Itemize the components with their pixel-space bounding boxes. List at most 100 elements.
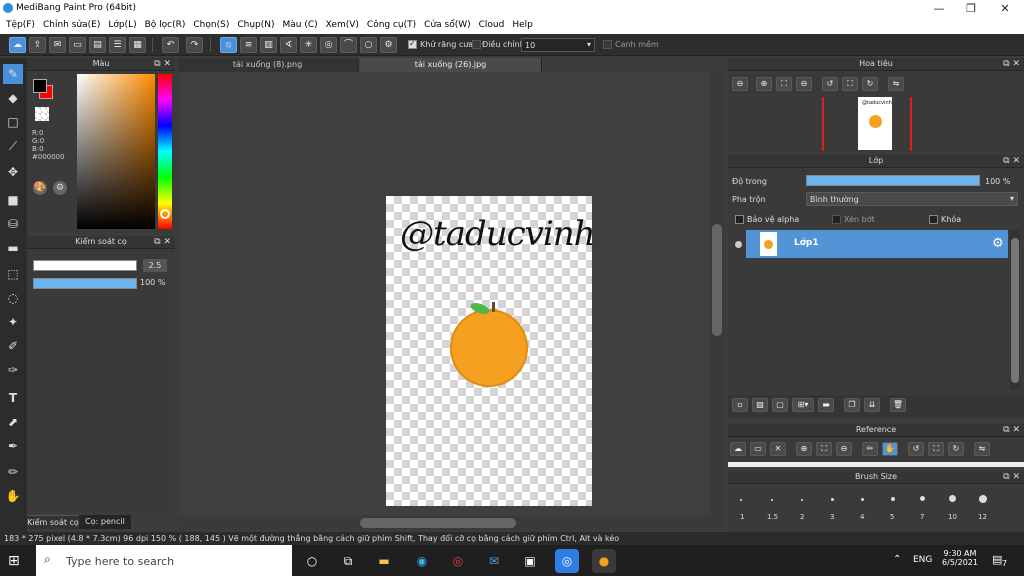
ref-fit-screen-icon[interactable]: ⛶ bbox=[928, 442, 944, 456]
ref-zoom-out-icon[interactable]: ⊖ bbox=[836, 442, 852, 456]
lasso-tool-icon[interactable]: ◌ bbox=[3, 288, 23, 308]
layer-opacity-slider[interactable] bbox=[806, 175, 980, 186]
primary-color-swatch[interactable] bbox=[33, 79, 47, 93]
layers-scroll-thumb[interactable] bbox=[1011, 238, 1019, 383]
brush-size-dot[interactable] bbox=[920, 496, 925, 501]
redo-icon[interactable]: ↷ bbox=[186, 37, 203, 53]
panel-popout-icon[interactable]: ⧉ ✕ bbox=[1003, 471, 1020, 483]
radial-snap-icon[interactable]: ✳ bbox=[300, 37, 317, 53]
menu-cloud[interactable]: Cloud bbox=[477, 17, 511, 34]
menu-select[interactable]: Chọn(S) bbox=[191, 17, 235, 34]
horizontal-scroll-thumb[interactable] bbox=[360, 518, 516, 528]
move-tool-icon[interactable]: ✥ bbox=[3, 162, 23, 182]
text-tool-icon[interactable]: T bbox=[3, 388, 23, 408]
hand-tool-icon[interactable]: ✋ bbox=[3, 486, 23, 506]
language-indicator[interactable]: ENG bbox=[913, 555, 932, 565]
brush-size-dot[interactable] bbox=[979, 495, 987, 503]
undo-icon[interactable]: ↶ bbox=[162, 37, 179, 53]
angle-snap-icon[interactable]: ∢ bbox=[280, 37, 297, 53]
magic-wand-tool-icon[interactable]: ✦ bbox=[3, 312, 23, 332]
antialias-checkbox[interactable] bbox=[408, 39, 417, 49]
ref-fit-icon[interactable]: ⛶ bbox=[816, 442, 832, 456]
brush-size-dot[interactable] bbox=[801, 499, 803, 501]
circle-snap-icon[interactable]: ◎ bbox=[320, 37, 337, 53]
horizontal-scrollbar[interactable] bbox=[178, 516, 724, 530]
zalo-icon[interactable]: ◎ bbox=[555, 549, 579, 573]
merge-layer-icon[interactable]: ⇊ bbox=[864, 398, 880, 412]
doc-tab-2[interactable]: tải xuống (26).jpg bbox=[360, 58, 542, 72]
brush-size-dot[interactable] bbox=[949, 495, 956, 502]
chrome-icon[interactable]: ◎ bbox=[446, 549, 470, 573]
panel-popout-icon[interactable]: ⧉ ✕ bbox=[154, 58, 171, 70]
clip-checkbox[interactable] bbox=[832, 215, 841, 224]
brush-size-dot[interactable] bbox=[831, 498, 834, 501]
adjust-checkbox[interactable] bbox=[472, 40, 481, 49]
no-snap-icon[interactable]: ⦸ bbox=[220, 37, 237, 53]
fill-rect-tool-icon[interactable]: ■ bbox=[3, 190, 23, 210]
panel-popout-icon[interactable]: ⧉ ✕ bbox=[1003, 155, 1020, 167]
vertical-scrollbar[interactable] bbox=[710, 72, 724, 516]
rectangle-tool-icon[interactable]: □ bbox=[3, 112, 23, 132]
transparent-swatch[interactable] bbox=[35, 107, 49, 121]
navigator-preview[interactable]: @taducvinh bbox=[728, 95, 1024, 152]
zoom-out-icon[interactable]: ⊖ bbox=[796, 77, 812, 91]
ref-rotate-right-icon[interactable]: ↻ bbox=[948, 442, 964, 456]
zoom-fit-icon[interactable]: ⊖ bbox=[732, 77, 748, 91]
tab-brush-control[interactable]: Kiểm soát cọ bbox=[27, 515, 79, 529]
hue-slider[interactable] bbox=[158, 74, 172, 229]
select-eraser-tool-icon[interactable]: ✑ bbox=[3, 360, 23, 380]
ref-zoom-in-icon[interactable]: ⊕ bbox=[796, 442, 812, 456]
add-layer-menu-icon[interactable]: ⊞▾ bbox=[792, 398, 814, 412]
lock-checkbox[interactable] bbox=[929, 215, 938, 224]
brush-size-dot[interactable] bbox=[891, 497, 895, 501]
chat-icon[interactable]: ▭ bbox=[69, 37, 86, 53]
cortana-icon[interactable]: ○ bbox=[300, 549, 324, 573]
menu-capture[interactable]: Chụp(N) bbox=[235, 17, 280, 34]
close-button[interactable]: ✕ bbox=[988, 0, 1022, 17]
smooth-checkbox[interactable] bbox=[603, 40, 612, 49]
adjust-select[interactable]: 10 ▾ bbox=[521, 38, 595, 52]
brush-size-dot[interactable] bbox=[771, 499, 773, 501]
panel-popout-icon[interactable]: ⧉ ✕ bbox=[1003, 58, 1020, 70]
ref-flip-icon[interactable]: ⇋ bbox=[974, 442, 990, 456]
vertical-scroll-thumb[interactable] bbox=[712, 224, 722, 336]
file-explorer-icon[interactable]: ▬ bbox=[372, 549, 396, 573]
blur-tool-icon[interactable]: ✒ bbox=[3, 436, 23, 456]
mail-icon[interactable]: ✉ bbox=[482, 549, 506, 573]
ellipse-snap-icon[interactable]: ○ bbox=[360, 37, 377, 53]
tab-brush-pencil[interactable]: Cọ: pencil bbox=[79, 515, 131, 529]
tray-chevron-icon[interactable]: ⌃ bbox=[893, 554, 901, 565]
new-halftone-layer-icon[interactable]: ▨ bbox=[752, 398, 768, 412]
grid-icon[interactable]: ▦ bbox=[129, 37, 146, 53]
windows-start-icon[interactable]: ⊞ bbox=[8, 553, 20, 569]
layer-settings-icon[interactable]: ⚙ bbox=[992, 236, 1004, 251]
settings-icon[interactable]: ⚙ bbox=[380, 37, 397, 53]
new-layer-icon[interactable]: ▫ bbox=[732, 398, 748, 412]
menu-help[interactable]: Help bbox=[510, 17, 539, 34]
flip-icon[interactable]: ⇋ bbox=[888, 77, 904, 91]
panel-popout-icon[interactable]: ⧉ ✕ bbox=[154, 236, 171, 248]
ref-rotate-left-icon[interactable]: ↺ bbox=[908, 442, 924, 456]
store-icon[interactable]: ▣ bbox=[518, 549, 542, 573]
brush-tool-icon[interactable]: ✎ bbox=[3, 64, 23, 84]
rotate-right-icon[interactable]: ↻ bbox=[862, 77, 878, 91]
saturation-value-picker[interactable] bbox=[77, 74, 155, 229]
select-pen-tool-icon[interactable]: ✐ bbox=[3, 336, 23, 356]
clock[interactable]: 9:30 AM 6/5/2021 bbox=[942, 549, 978, 567]
edge-icon[interactable]: ◉ bbox=[410, 549, 434, 573]
protect-alpha-checkbox[interactable] bbox=[735, 215, 744, 224]
gradient-tool-icon[interactable]: ▬ bbox=[3, 238, 23, 258]
folder-icon[interactable]: ▬ bbox=[818, 398, 834, 412]
ref-cloud-icon[interactable]: ☁ bbox=[730, 442, 746, 456]
brush-size-value[interactable]: 2.5 bbox=[143, 259, 167, 272]
bucket-tool-icon[interactable]: ⛁ bbox=[3, 214, 23, 234]
menu-layer[interactable]: Lớp(L) bbox=[106, 17, 142, 34]
menu-tools[interactable]: Công cụ(T) bbox=[365, 17, 422, 34]
notification-icon[interactable]: ▤ bbox=[992, 553, 1002, 566]
grid-snap-icon[interactable]: ▥ bbox=[260, 37, 277, 53]
new-1bit-layer-icon[interactable]: ▢ bbox=[772, 398, 788, 412]
zoom-in-icon[interactable]: ⊕ bbox=[756, 77, 772, 91]
menu-color[interactable]: Màu (C) bbox=[281, 17, 324, 34]
duplicate-layer-icon[interactable]: ❐ bbox=[844, 398, 860, 412]
fit-screen-icon[interactable]: ⛶ bbox=[842, 77, 858, 91]
